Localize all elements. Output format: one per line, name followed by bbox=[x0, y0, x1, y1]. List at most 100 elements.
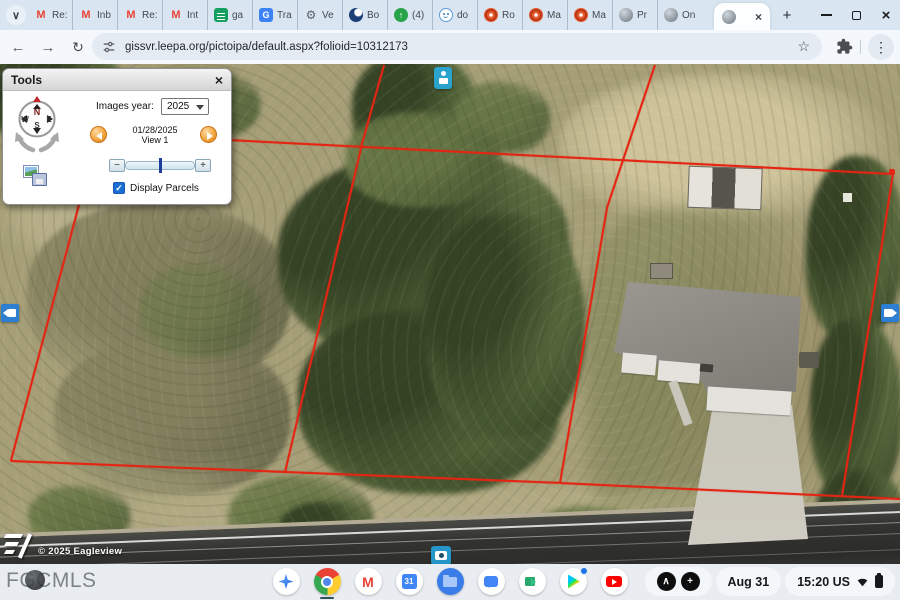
quick-actions-pill: ∧ + bbox=[646, 568, 711, 595]
smiley-icon bbox=[439, 8, 453, 22]
active-app-indicator bbox=[320, 597, 334, 600]
zoom-out-button[interactable]: − bbox=[109, 159, 125, 172]
previous-view-button[interactable] bbox=[90, 126, 107, 143]
sheets-icon bbox=[214, 8, 228, 22]
swirl-icon bbox=[349, 8, 363, 22]
target-icon bbox=[484, 8, 498, 22]
calendar-icon[interactable]: 31 bbox=[396, 568, 423, 595]
caret-up-icon[interactable]: ∧ bbox=[657, 572, 676, 591]
display-parcels-checkbox[interactable]: ✓ bbox=[113, 182, 125, 194]
tab-translate[interactable]: GTra bbox=[253, 0, 298, 30]
zoom-slider-thumb[interactable] bbox=[159, 158, 162, 173]
images-year-select[interactable]: 2025 bbox=[161, 98, 209, 115]
gmail-icon: M bbox=[34, 8, 48, 22]
tab-smiley[interactable]: do bbox=[433, 0, 478, 30]
extensions-icon[interactable] bbox=[836, 38, 853, 55]
target-icon bbox=[529, 8, 543, 22]
chat-icon[interactable] bbox=[478, 568, 505, 595]
tab-target-1[interactable]: Ro bbox=[478, 0, 523, 30]
reload-button[interactable]: ↻ bbox=[66, 35, 90, 59]
eagleview-logo bbox=[5, 532, 35, 560]
new-tab-button[interactable]: + bbox=[777, 5, 797, 25]
play-store-icon[interactable] bbox=[560, 568, 587, 595]
add-icon[interactable]: + bbox=[681, 572, 700, 591]
globe-icon bbox=[722, 10, 736, 24]
tab-label: Re: bbox=[142, 10, 158, 21]
browser-menu-icon[interactable]: ⋮ bbox=[868, 34, 894, 60]
forward-button[interactable]: → bbox=[36, 35, 60, 59]
files-icon[interactable] bbox=[437, 568, 464, 595]
tab-globe-2[interactable]: On bbox=[658, 0, 703, 30]
tab-label: Bo bbox=[367, 10, 379, 21]
bookmark-star-icon[interactable]: ☆ bbox=[797, 38, 810, 55]
tab-search-chevron-icon[interactable]: ∨ bbox=[6, 5, 26, 25]
tab-label: On bbox=[682, 10, 695, 21]
tools-close-icon[interactable]: × bbox=[215, 73, 223, 87]
wifi-icon bbox=[855, 575, 870, 588]
site-info-icon[interactable] bbox=[102, 40, 116, 54]
compass-rose[interactable]: N W E S bbox=[13, 95, 61, 155]
parcel-corner-node bbox=[889, 169, 895, 175]
tab-target-3[interactable]: Ma bbox=[568, 0, 613, 30]
tools-panel: Tools × N W E S Imag bbox=[2, 68, 232, 205]
gmail-icon: M bbox=[79, 8, 93, 22]
meet-icon[interactable] bbox=[519, 568, 546, 595]
date-pill[interactable]: Aug 31 bbox=[717, 568, 781, 595]
equipment-pad bbox=[799, 352, 819, 368]
tab-label: Ma bbox=[547, 10, 561, 21]
tab-active[interactable]: × bbox=[714, 3, 770, 30]
tab-gmail-1[interactable]: MRe: bbox=[28, 0, 73, 30]
view-date-block: 01/28/2025 View 1 bbox=[111, 125, 199, 145]
view-number: View 1 bbox=[111, 135, 199, 145]
chrome-icon[interactable] bbox=[314, 568, 341, 595]
tab-label: Ve bbox=[322, 10, 334, 21]
zoom-in-button[interactable]: + bbox=[195, 159, 211, 172]
tools-panel-header[interactable]: Tools × bbox=[3, 69, 231, 91]
zoom-slider[interactable] bbox=[125, 161, 195, 170]
view-date: 01/28/2025 bbox=[111, 125, 199, 135]
house-window bbox=[700, 363, 714, 372]
system-tray-pill[interactable]: 15:20 US bbox=[786, 568, 894, 595]
battery-icon bbox=[875, 575, 883, 588]
maximize-button[interactable] bbox=[848, 7, 864, 23]
garage-front bbox=[706, 386, 791, 415]
compass-n: N bbox=[34, 107, 41, 117]
tab-gmail-2[interactable]: MInb bbox=[73, 0, 118, 30]
green-badge-icon: ↑ bbox=[394, 8, 408, 22]
notification-dot bbox=[580, 567, 588, 575]
next-view-button[interactable] bbox=[200, 126, 217, 143]
minimize-button[interactable] bbox=[818, 7, 834, 23]
gmail-icon: M bbox=[124, 8, 138, 22]
tab-green-badge[interactable]: ↑(4) bbox=[388, 0, 433, 30]
tools-panel-title: Tools bbox=[11, 73, 42, 87]
browser-tab-strip: ∨ MRe: MInb MRe: MInt ga GTra ⚙Ve Bo ↑(4… bbox=[0, 0, 900, 30]
tab-settings[interactable]: ⚙Ve bbox=[298, 0, 343, 30]
tab-label: Ma bbox=[592, 10, 606, 21]
globe-icon bbox=[664, 8, 678, 22]
house-wall bbox=[621, 353, 657, 376]
tab-target-2[interactable]: Ma bbox=[523, 0, 568, 30]
view-south-marker[interactable] bbox=[431, 546, 451, 564]
gmail-app-icon[interactable]: M bbox=[355, 568, 382, 595]
back-button[interactable]: ← bbox=[6, 35, 30, 59]
tab-label: Pr bbox=[637, 10, 647, 21]
utility-marker bbox=[843, 193, 852, 202]
tab-sheets[interactable]: ga bbox=[208, 0, 253, 30]
desktop: ∨ MRe: MInb MRe: MInt ga GTra ⚙Ve Bo ↑(4… bbox=[0, 0, 900, 600]
view-east-marker[interactable] bbox=[881, 304, 899, 322]
close-window-button[interactable]: × bbox=[878, 7, 894, 23]
youtube-icon[interactable] bbox=[601, 568, 628, 595]
launcher-icon[interactable] bbox=[273, 568, 300, 595]
url-text[interactable]: gissvr.leepa.org/pictoipa/default.aspx?f… bbox=[125, 41, 797, 53]
save-image-icon[interactable] bbox=[23, 165, 49, 187]
view-north-marker[interactable] bbox=[434, 67, 452, 89]
view-west-marker[interactable] bbox=[1, 304, 19, 322]
tab-globe-1[interactable]: Pr bbox=[613, 0, 658, 30]
close-tab-icon[interactable]: × bbox=[755, 10, 762, 24]
tab-gmail-4[interactable]: MInt bbox=[163, 0, 208, 30]
tab-gmail-3[interactable]: M Re: bbox=[118, 0, 163, 30]
tab-swirl[interactable]: Bo bbox=[343, 0, 388, 30]
address-bar[interactable]: gissvr.leepa.org/pictoipa/default.aspx?f… bbox=[92, 33, 822, 60]
house-wall bbox=[657, 360, 701, 384]
aerial-map-viewport[interactable]: © 2025 Eagleview Tools × N W E S bbox=[0, 64, 900, 564]
